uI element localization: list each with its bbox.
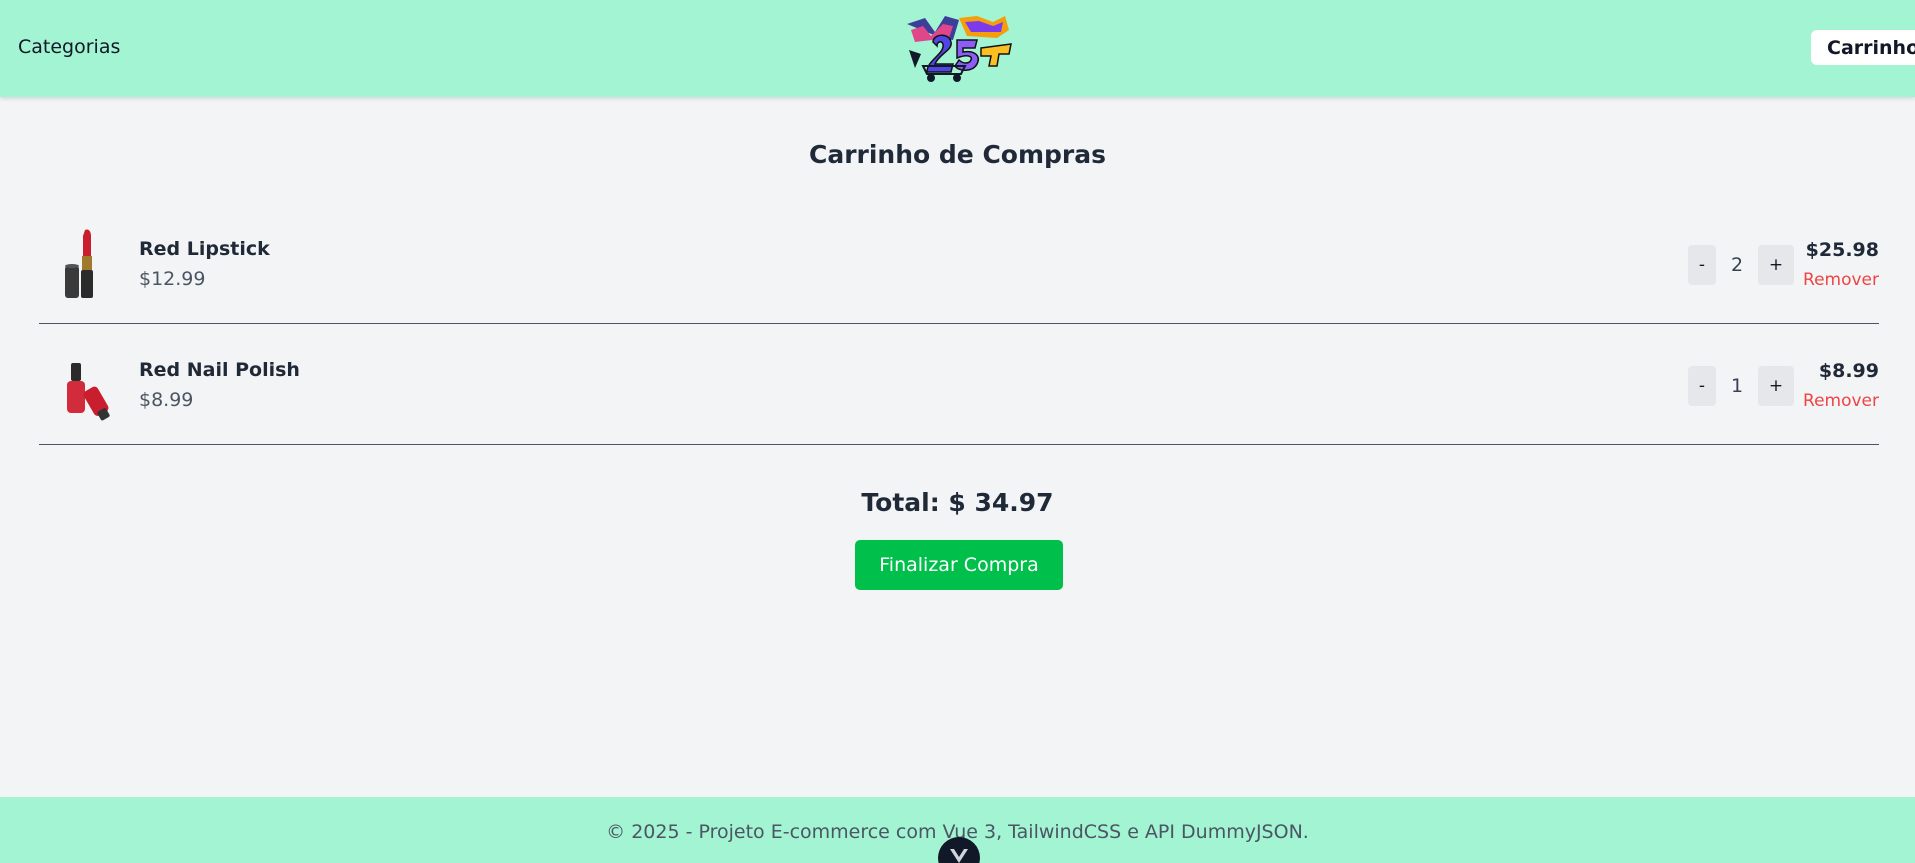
item-name: Red Nail Polish	[139, 359, 300, 381]
vue-devtools-button[interactable]	[938, 837, 980, 863]
increase-quantity-button[interactable]: +	[1758, 245, 1794, 285]
nail-polish-icon	[67, 363, 110, 421]
lipstick-icon	[65, 229, 93, 298]
increase-quantity-button[interactable]: +	[1758, 366, 1794, 406]
logo-graffiti	[907, 16, 1012, 82]
item-unit-price: $12.99	[139, 268, 206, 290]
remove-item-link[interactable]: Remover	[1803, 270, 1879, 290]
page-title: Carrinho de Compras	[808, 140, 1107, 169]
categories-link[interactable]: Categorias	[18, 36, 120, 58]
item-unit-price: $8.99	[139, 389, 194, 411]
decrease-quantity-button[interactable]: -	[1688, 245, 1716, 285]
cart-button[interactable]: Carrinho	[1811, 30, 1915, 65]
store-logo[interactable]	[901, 10, 1019, 86]
quantity-value: 1	[1730, 375, 1744, 397]
cart-item: Red Lipstick $12.99 - 2 + $25.98 Remover	[39, 204, 1879, 324]
item-line-total: $25.98	[1805, 239, 1879, 261]
quantity-value: 2	[1730, 254, 1744, 276]
decrease-quantity-button[interactable]: -	[1688, 366, 1716, 406]
checkout-button[interactable]: Finalizar Compra	[855, 540, 1063, 590]
item-line-total: $8.99	[1818, 360, 1879, 382]
top-navbar: Categorias Carrinho	[0, 0, 1915, 97]
remove-item-link[interactable]: Remover	[1803, 391, 1879, 411]
cart-total: Total: $ 34.97	[861, 488, 1054, 517]
cart-item: Red Nail Polish $8.99 - 1 + $8.99 Remove…	[39, 325, 1879, 445]
item-name: Red Lipstick	[139, 238, 270, 260]
vue-logo-icon	[950, 849, 968, 863]
